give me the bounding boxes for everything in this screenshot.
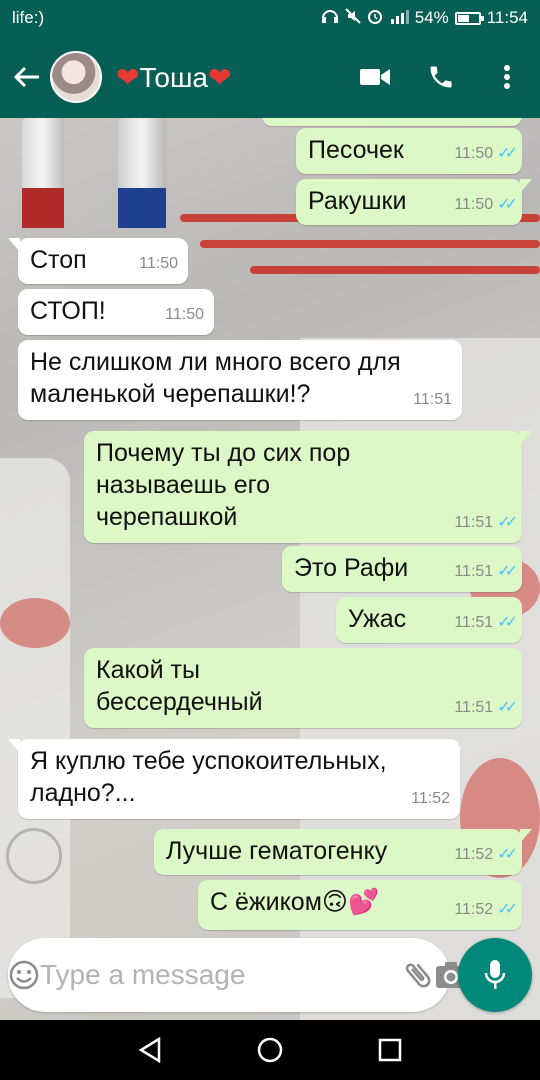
wallpaper-paint-tube	[22, 118, 64, 228]
double-check-icon: ✓✓	[497, 901, 518, 918]
double-check-icon: ✓✓	[497, 514, 518, 531]
message-bubble-outgoing[interactable]: Это Рафи 11:51 ✓✓	[282, 546, 522, 592]
message-bubble-outgoing[interactable]: С ёжиком🙃💕 11:52 ✓✓	[198, 880, 522, 930]
double-check-icon: ✓✓	[497, 614, 518, 631]
message-text: Ужас	[348, 605, 407, 633]
message-time: 11:51	[454, 514, 494, 531]
message-bubble-partial	[262, 118, 522, 126]
message-time: 11:52	[454, 901, 494, 918]
heart-emoji-left: ❤	[116, 61, 140, 93]
contact-name[interactable]: ❤Тоша❤	[116, 61, 342, 94]
message-time: 11:51	[454, 699, 494, 716]
message-meta: 11:51	[413, 384, 452, 416]
message-bubble-incoming[interactable]: Стоп 11:50	[8, 238, 188, 284]
message-text: С ёжиком🙃💕	[210, 888, 380, 916]
signal-icon	[389, 8, 409, 29]
emoji-icon[interactable]	[8, 938, 40, 1012]
message-meta: 11:50 ✓✓	[454, 189, 518, 221]
message-bubble-outgoing[interactable]: Лучше гематогенку 11:52 ✓✓	[154, 829, 532, 875]
message-meta: 11:50	[165, 299, 204, 331]
battery-icon	[454, 11, 484, 25]
message-bubble-outgoing[interactable]: Песочек 11:50 ✓✓	[296, 128, 522, 174]
double-check-icon: ✓✓	[497, 699, 518, 716]
double-check-icon: ✓✓	[497, 196, 518, 213]
message-text: Не слишком ли много всего для маленькой …	[30, 348, 401, 408]
chat-header: ❤Тоша❤	[0, 36, 540, 118]
recents-nav-icon[interactable]	[360, 1020, 420, 1080]
message-meta: 11:51 ✓✓	[454, 556, 518, 588]
chat-area[interactable]: Песочек 11:50 ✓✓ Ракушки 11:50 ✓✓ Стоп 11:…	[0, 118, 540, 1020]
message-text: Песочек	[308, 136, 404, 164]
battery-percent: 54%	[414, 8, 449, 27]
message-time: 11:50	[165, 306, 204, 323]
message-time: 11:52	[411, 790, 450, 807]
home-nav-icon[interactable]	[240, 1020, 300, 1080]
message-time: 11:50	[139, 255, 178, 272]
message-composer	[8, 938, 466, 1012]
message-bubble-outgoing[interactable]: Ужас 11:51 ✓✓	[336, 597, 522, 643]
double-check-icon: ✓✓	[497, 846, 518, 863]
message-text: Я куплю тебе успокоительных, ладно?...	[30, 747, 387, 807]
message-meta: 11:51 ✓✓	[454, 692, 518, 724]
headset-icon	[321, 8, 339, 29]
message-meta: 11:51 ✓✓	[454, 607, 518, 639]
battery-fill	[457, 14, 469, 22]
wallpaper-paint-tube	[118, 118, 166, 228]
message-time: 11:51	[454, 563, 494, 580]
message-bubble-incoming[interactable]: СТОП! 11:50	[18, 289, 214, 335]
message-bubble-incoming[interactable]: Я куплю тебе успокоительных, ладно?... 1…	[8, 739, 460, 819]
heart-emoji-right: ❤	[208, 61, 232, 93]
message-text: Ракушки	[308, 187, 407, 215]
more-vert-icon[interactable]	[474, 36, 540, 118]
video-call-icon[interactable]	[342, 36, 408, 118]
message-text: Это Рафи	[294, 554, 409, 582]
attach-icon[interactable]	[401, 938, 435, 1012]
message-bubble-incoming[interactable]: Не слишком ли много всего для маленькой …	[18, 340, 462, 420]
message-time: 11:51	[454, 614, 494, 631]
status-bar: life:) 54% 11:54	[0, 0, 540, 36]
message-time: 11:50	[454, 196, 494, 213]
message-text: Почему ты до сих пор называешь его череп…	[96, 439, 351, 531]
wallpaper-home-button	[6, 828, 62, 884]
message-text: Стоп	[30, 246, 87, 274]
message-text: СТОП!	[30, 297, 106, 325]
double-check-icon: ✓✓	[497, 145, 518, 162]
back-nav-icon[interactable]	[120, 1020, 180, 1080]
double-check-icon: ✓✓	[497, 563, 518, 580]
message-meta: 11:50	[139, 248, 178, 280]
wallpaper-splash	[0, 598, 70, 648]
message-meta: 11:50 ✓✓	[454, 138, 518, 170]
wallpaper-pencil	[200, 240, 540, 248]
alarm-icon	[367, 8, 383, 29]
contact-name-text: Тоша	[139, 61, 208, 93]
wallpaper-phone	[0, 458, 70, 998]
message-bubble-outgoing[interactable]: Какой ты бессердечный 11:51 ✓✓	[84, 648, 522, 728]
message-meta: 11:52 ✓✓	[454, 894, 518, 926]
message-meta: 11:52	[411, 783, 450, 815]
message-bubble-outgoing[interactable]: Почему ты до сих пор называешь его череп…	[84, 431, 532, 543]
message-time: 11:50	[454, 145, 494, 162]
system-nav-bar	[0, 1020, 540, 1080]
message-time: 11:52	[454, 846, 494, 863]
wallpaper-pencil	[250, 266, 540, 274]
status-icons: 54% 11:54	[321, 7, 528, 29]
mic-icon[interactable]	[458, 938, 532, 1012]
message-input[interactable]	[40, 959, 401, 991]
message-text: Лучше гематогенку	[166, 837, 388, 865]
mute-icon	[344, 7, 361, 29]
avatar[interactable]	[50, 51, 102, 103]
message-bubble-outgoing[interactable]: Ракушки 11:50 ✓✓	[296, 179, 532, 225]
message-text: Какой ты бессердечный	[96, 656, 263, 716]
message-meta: 11:52 ✓✓	[454, 839, 518, 871]
message-time: 11:51	[413, 391, 452, 408]
carrier-label: life:)	[12, 8, 45, 27]
clock: 11:54	[486, 8, 528, 27]
message-meta: 11:51 ✓✓	[454, 507, 518, 539]
arrow-back-icon[interactable]	[4, 36, 50, 118]
phone-icon[interactable]	[408, 36, 474, 118]
